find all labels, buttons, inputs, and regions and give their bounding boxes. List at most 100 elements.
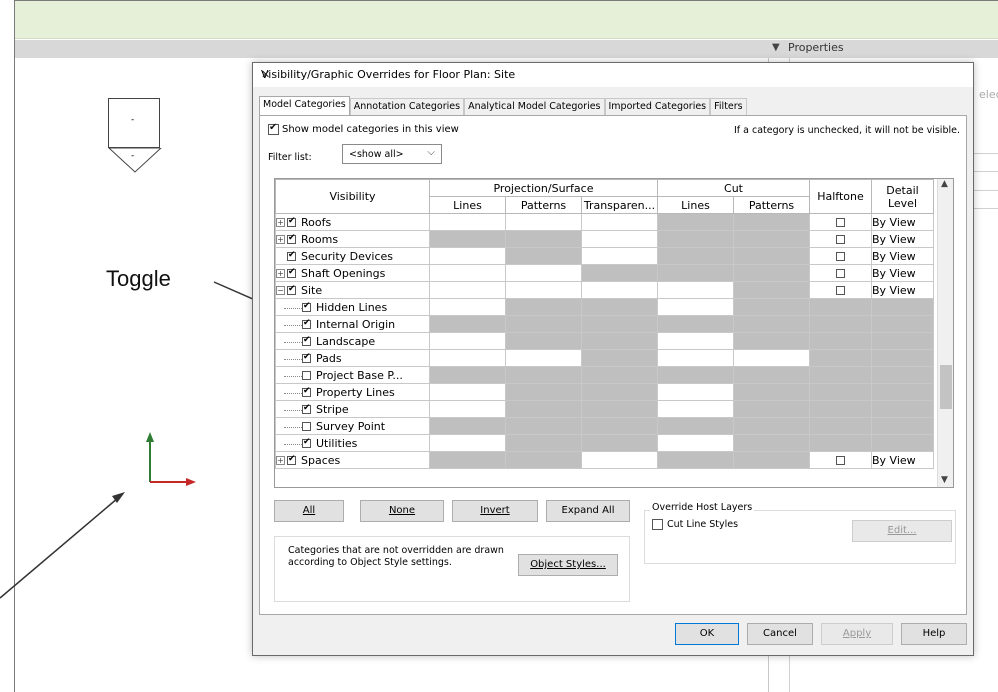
- proj-transparency-cell[interactable]: [581, 281, 658, 299]
- cancel-button[interactable]: Cancel: [747, 623, 813, 645]
- detail-level-cell[interactable]: By View: [871, 247, 934, 265]
- filter-icon[interactable]: ▼: [772, 42, 780, 53]
- halftone-checkbox[interactable]: [836, 252, 845, 261]
- cut-lines-cell[interactable]: [657, 434, 734, 452]
- halftone-checkbox[interactable]: [836, 218, 845, 227]
- grid-scrollbar[interactable]: ▲ ▼: [937, 179, 953, 487]
- visibility-checkbox[interactable]: [287, 216, 296, 227]
- collapse-icon[interactable]: −: [276, 286, 285, 295]
- category-name-cell[interactable]: Landscape: [275, 332, 430, 350]
- table-row[interactable]: Project Base P...: [275, 366, 934, 384]
- category-name-cell[interactable]: Property Lines: [275, 383, 430, 401]
- table-row[interactable]: Survey Point: [275, 417, 934, 435]
- halftone-checkbox[interactable]: [836, 269, 845, 278]
- expand-icon[interactable]: +: [276, 269, 285, 278]
- visibility-checkbox[interactable]: [302, 352, 311, 363]
- tab-analytical-model-categories[interactable]: Analytical Model Categories: [464, 98, 605, 115]
- all-button[interactable]: All: [274, 500, 344, 522]
- detail-level-cell[interactable]: By View: [871, 230, 934, 248]
- table-row[interactable]: Pads: [275, 349, 934, 367]
- category-name-cell[interactable]: + Spaces: [275, 451, 430, 469]
- edit-button[interactable]: Edit...: [852, 520, 952, 542]
- visibility-checkbox[interactable]: [287, 284, 296, 295]
- category-name-cell[interactable]: Project Base P...: [275, 366, 430, 384]
- category-name-cell[interactable]: + Roofs: [275, 213, 430, 231]
- table-row[interactable]: − Site By View: [275, 281, 934, 299]
- proj-patterns-cell[interactable]: [505, 281, 582, 299]
- table-row[interactable]: Internal Origin: [275, 315, 934, 333]
- proj-lines-cell[interactable]: [429, 349, 506, 367]
- scroll-down-icon[interactable]: ▼: [941, 475, 948, 485]
- tab-annotation-categories[interactable]: Annotation Categories: [349, 98, 465, 115]
- table-row[interactable]: Landscape: [275, 332, 934, 350]
- halftone-cell[interactable]: [809, 230, 872, 248]
- cut-lines-cell[interactable]: [657, 298, 734, 316]
- internal-origin-icon[interactable]: [140, 432, 200, 490]
- scroll-thumb[interactable]: [940, 365, 952, 409]
- elevation-marker[interactable]: -: [108, 98, 160, 148]
- category-name-cell[interactable]: Security Devices: [275, 247, 430, 265]
- detail-level-cell[interactable]: By View: [871, 213, 934, 231]
- cut-patterns-cell[interactable]: [733, 349, 810, 367]
- proj-lines-cell[interactable]: [429, 298, 506, 316]
- proj-lines-cell[interactable]: [429, 281, 506, 299]
- category-name-cell[interactable]: Stripe: [275, 400, 430, 418]
- proj-transparency-cell[interactable]: [581, 247, 658, 265]
- category-name-cell[interactable]: + Shaft Openings: [275, 264, 430, 282]
- table-row[interactable]: + Shaft Openings By View: [275, 264, 934, 282]
- cut-lines-cell[interactable]: [657, 349, 734, 367]
- table-row[interactable]: Property Lines: [275, 383, 934, 401]
- halftone-checkbox[interactable]: [836, 286, 845, 295]
- category-name-cell[interactable]: Internal Origin: [275, 315, 430, 333]
- proj-transparency-cell[interactable]: [581, 451, 658, 469]
- proj-lines-cell[interactable]: [429, 247, 506, 265]
- visibility-checkbox[interactable]: [287, 250, 296, 261]
- checkbox-icon[interactable]: [652, 519, 663, 530]
- halftone-cell[interactable]: [809, 213, 872, 231]
- visibility-checkbox[interactable]: [287, 233, 296, 244]
- expand-icon[interactable]: +: [276, 456, 285, 465]
- proj-lines-cell[interactable]: [429, 400, 506, 418]
- category-name-cell[interactable]: Survey Point: [275, 417, 430, 435]
- cut-line-styles-checkbox[interactable]: Cut Line Styles: [652, 519, 738, 530]
- checkbox-icon[interactable]: [268, 122, 279, 135]
- scroll-up-icon[interactable]: ▲: [941, 179, 948, 189]
- halftone-checkbox[interactable]: [836, 456, 845, 465]
- category-name-cell[interactable]: Utilities: [275, 434, 430, 452]
- cut-lines-cell[interactable]: [657, 400, 734, 418]
- proj-lines-cell[interactable]: [429, 213, 506, 231]
- apply-button[interactable]: Apply: [821, 623, 893, 645]
- show-model-categories-checkbox[interactable]: Show model categories in this view: [268, 122, 459, 135]
- table-row[interactable]: Stripe: [275, 400, 934, 418]
- close-icon[interactable]: ✕: [261, 68, 965, 81]
- proj-transparency-cell[interactable]: [581, 213, 658, 231]
- table-row[interactable]: + Rooms By View: [275, 230, 934, 248]
- visibility-checkbox[interactable]: [302, 386, 311, 397]
- halftone-cell[interactable]: [809, 247, 872, 265]
- table-row[interactable]: Hidden Lines: [275, 298, 934, 316]
- proj-lines-cell[interactable]: [429, 383, 506, 401]
- tab-model-categories[interactable]: Model Categories: [259, 96, 350, 115]
- visibility-checkbox[interactable]: [287, 454, 296, 465]
- visibility-checkbox[interactable]: [302, 437, 311, 448]
- expand-all-button[interactable]: Expand All: [546, 500, 630, 522]
- expand-icon[interactable]: +: [276, 218, 285, 227]
- category-name-cell[interactable]: Hidden Lines: [275, 298, 430, 316]
- detail-level-cell[interactable]: By View: [871, 281, 934, 299]
- halftone-cell[interactable]: [809, 281, 872, 299]
- detail-level-cell[interactable]: By View: [871, 264, 934, 282]
- cut-lines-cell[interactable]: [657, 281, 734, 299]
- tab-filters[interactable]: Filters: [710, 98, 747, 115]
- object-styles-button[interactable]: Object Styles...: [518, 554, 618, 576]
- table-row[interactable]: Security Devices By View: [275, 247, 934, 265]
- help-button[interactable]: Help: [901, 623, 967, 645]
- proj-lines-cell[interactable]: [429, 332, 506, 350]
- halftone-cell[interactable]: [809, 264, 872, 282]
- expand-icon[interactable]: +: [276, 235, 285, 244]
- proj-lines-cell[interactable]: [429, 434, 506, 452]
- visibility-checkbox[interactable]: [302, 335, 311, 346]
- halftone-checkbox[interactable]: [836, 235, 845, 244]
- header-visibility[interactable]: Visibility: [275, 179, 430, 214]
- detail-level-cell[interactable]: By View: [871, 451, 934, 469]
- cut-lines-cell[interactable]: [657, 332, 734, 350]
